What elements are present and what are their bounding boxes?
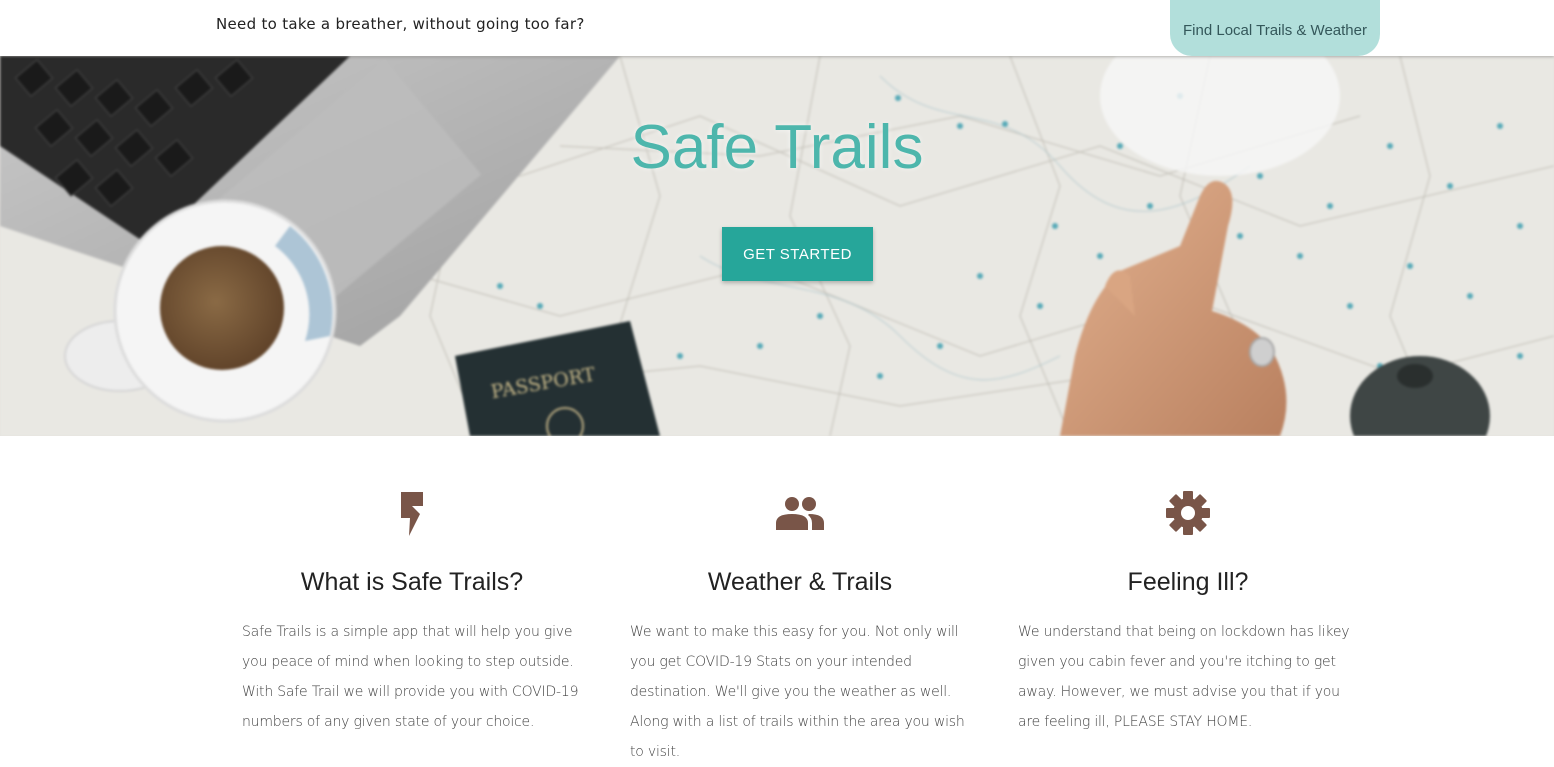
find-trails-weather-button[interactable]: Find Local Trails & Weather — [1170, 0, 1380, 56]
feature-text: We understand that being on lockdown has… — [1018, 624, 1350, 730]
hero-banner: PASSPORT Safe Trails GET STARTED — [0, 56, 1554, 436]
feature-feeling-ill: Feeling Ill? We understand that being on… — [1018, 488, 1358, 737]
feature-what-is: What is Safe Trails? Safe Trails is a si… — [242, 488, 582, 737]
gear-icon — [1018, 488, 1358, 538]
feature-text: We want to make this easy for you. Not o… — [630, 624, 965, 760]
feature-title: Weather & Trails — [707, 568, 893, 596]
bolt-icon — [242, 488, 582, 538]
hero-title: Safe Trails — [630, 113, 924, 182]
feature-weather-trails: Weather & Trails We want to make this ea… — [630, 488, 970, 767]
feature-title: What is Safe Trails? — [300, 568, 524, 596]
navbar: Need to take a breather, without going t… — [0, 0, 1554, 56]
header-tagline: Need to take a breather, without going t… — [216, 15, 585, 33]
get-started-button[interactable]: GET STARTED — [722, 227, 873, 281]
feature-text: Safe Trails is a simple app that will he… — [242, 624, 579, 730]
group-icon — [630, 488, 970, 538]
feature-title: Feeling Ill? — [1127, 568, 1249, 596]
